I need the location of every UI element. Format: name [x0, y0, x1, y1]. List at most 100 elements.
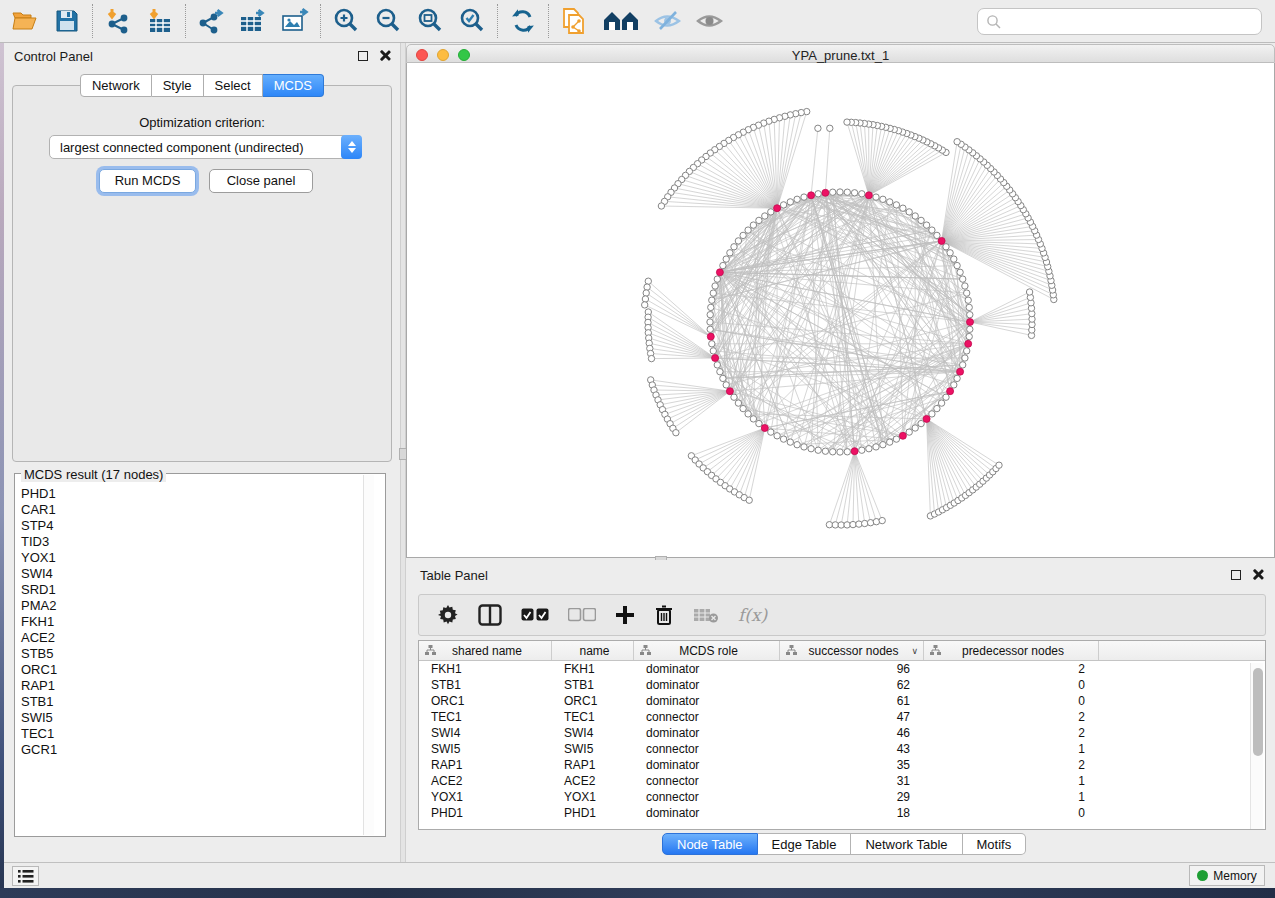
table-panel-title: Table Panel — [420, 568, 488, 583]
mcds-result-item[interactable]: SWI4 — [21, 566, 361, 582]
mcds-tab-content: Optimization criterion: largest connecte… — [12, 85, 392, 462]
tab-select[interactable]: Select — [204, 74, 263, 97]
control-panel-tabs: Network Style Select MCDS — [4, 74, 400, 97]
function-builder-icon[interactable]: f(x) — [738, 605, 767, 625]
tab-motifs[interactable]: Motifs — [963, 833, 1027, 855]
network-title: YPA_prune.txt_1 — [407, 48, 1274, 63]
zoom-out-icon[interactable] — [373, 6, 403, 36]
mcds-result-item[interactable]: TEC1 — [21, 726, 361, 742]
status-bar: Memory — [4, 862, 1275, 888]
memory-button[interactable]: Memory — [1189, 865, 1265, 886]
mcds-result-item[interactable]: ACE2 — [21, 630, 361, 646]
column-header-empty — [1099, 641, 1265, 660]
column-header-shared-name[interactable]: shared name — [419, 641, 552, 660]
table-row[interactable]: STB1STB1dominator620 — [419, 677, 1265, 693]
tab-network-table[interactable]: Network Table — [851, 833, 962, 855]
export-table-icon[interactable] — [238, 6, 268, 36]
dropdown-stepper-icon — [341, 135, 362, 159]
import-network-icon[interactable] — [103, 6, 133, 36]
hide-selected-icon[interactable] — [653, 6, 683, 36]
float-table-panel-icon[interactable] — [1231, 570, 1241, 580]
save-icon[interactable] — [52, 6, 82, 36]
table-row[interactable]: ORC1ORC1dominator610 — [419, 693, 1265, 709]
search-input[interactable] — [977, 8, 1262, 35]
mcds-result-item[interactable]: YOX1 — [21, 550, 361, 566]
import-table-icon[interactable] — [145, 6, 175, 36]
mcds-result-item[interactable]: SWI5 — [21, 710, 361, 726]
zoom-fit-icon[interactable] — [415, 6, 445, 36]
node-table-body: FKH1FKH1dominator962STB1STB1dominator620… — [419, 661, 1265, 821]
table-row[interactable]: ACE2ACE2connector311 — [419, 773, 1265, 789]
mcds-result-title: MCDS result (17 nodes) — [21, 467, 166, 482]
export-network-icon[interactable] — [196, 6, 226, 36]
main-toolbar — [0, 0, 1275, 43]
mcds-result-item[interactable]: PMA2 — [21, 598, 361, 614]
close-panel-icon[interactable] — [379, 50, 390, 61]
tab-style[interactable]: Style — [152, 74, 204, 97]
table-panel: Table Panel — [406, 560, 1275, 862]
table-scrollbar-thumb[interactable] — [1253, 668, 1263, 756]
table-toolbar: f(x) — [418, 594, 1266, 636]
mcds-result-list[interactable]: PHD1CAR1STP4TID3YOX1SWI4SRD1PMA2FKH1ACE2… — [17, 486, 361, 834]
open-file-icon[interactable] — [10, 6, 40, 36]
mcds-result-item[interactable]: TID3 — [21, 534, 361, 550]
delete-table-icon[interactable] — [693, 607, 719, 623]
tab-node-table[interactable]: Node Table — [662, 833, 758, 855]
close-table-panel-icon[interactable] — [1252, 569, 1263, 580]
clone-network-icon[interactable] — [559, 6, 589, 36]
mcds-result-item[interactable]: PHD1 — [21, 486, 361, 502]
table-row[interactable]: SWI4SWI4dominator462 — [419, 725, 1265, 741]
mcds-list-scrollbar[interactable] — [363, 475, 374, 835]
table-row[interactable]: RAP1RAP1dominator352 — [419, 757, 1265, 773]
delete-column-icon[interactable] — [654, 604, 674, 626]
table-tabs: Node Table Edge Table Network Table Moti… — [662, 833, 1026, 855]
search-icon — [986, 14, 1002, 30]
column-header-mcds-role[interactable]: MCDS role — [634, 641, 780, 660]
criterion-value: largest connected component (undirected) — [50, 140, 341, 155]
mcds-result-item[interactable]: STP4 — [21, 518, 361, 534]
zoom-in-icon[interactable] — [331, 6, 361, 36]
desktop-bottom-strip — [0, 888, 1275, 898]
table-row[interactable]: YOX1YOX1connector291 — [419, 789, 1265, 805]
zoom-selected-icon[interactable] — [457, 6, 487, 36]
export-image-icon[interactable] — [280, 6, 310, 36]
mcds-result-item[interactable]: SRD1 — [21, 582, 361, 598]
hide-columns-icon[interactable] — [568, 608, 596, 622]
tab-network[interactable]: Network — [80, 74, 152, 97]
table-row[interactable]: PHD1PHD1dominator180 — [419, 805, 1265, 821]
list-icon — [18, 870, 34, 883]
first-neighbors-icon[interactable] — [601, 6, 641, 36]
column-header-name[interactable]: name — [552, 641, 634, 660]
memory-label: Memory — [1213, 869, 1256, 883]
table-scrollbar[interactable] — [1250, 663, 1263, 829]
table-settings-gear-icon[interactable] — [437, 604, 459, 626]
task-history-button[interactable] — [12, 866, 39, 886]
mcds-result-item[interactable]: STB5 — [21, 646, 361, 662]
network-titlebar[interactable]: YPA_prune.txt_1 — [406, 44, 1275, 63]
mcds-result-item[interactable]: GCR1 — [21, 742, 361, 758]
column-header-predecessor-nodes[interactable]: predecessor nodes — [924, 641, 1099, 660]
mcds-result-item[interactable]: RAP1 — [21, 678, 361, 694]
run-mcds-button[interactable]: Run MCDS — [99, 169, 196, 193]
mcds-result-item[interactable]: STB1 — [21, 694, 361, 710]
column-header-successor-nodes[interactable]: successor nodes∨ — [780, 641, 924, 660]
criterion-dropdown[interactable]: largest connected component (undirected) — [49, 135, 362, 159]
tab-edge-table[interactable]: Edge Table — [758, 833, 852, 855]
refresh-icon[interactable] — [508, 6, 538, 36]
optimization-criterion-label: Optimization criterion: — [13, 115, 391, 130]
table-row[interactable]: SWI5SWI5connector431 — [419, 741, 1265, 757]
network-canvas[interactable] — [406, 63, 1275, 558]
mcds-result-item[interactable]: ORC1 — [21, 662, 361, 678]
table-row[interactable]: FKH1FKH1dominator962 — [419, 661, 1265, 677]
show-all-icon[interactable] — [695, 6, 725, 36]
show-columns-icon[interactable] — [521, 608, 549, 622]
close-panel-button[interactable]: Close panel — [209, 169, 313, 193]
split-table-icon[interactable] — [478, 604, 502, 626]
mcds-result-item[interactable]: FKH1 — [21, 614, 361, 630]
mcds-result-item[interactable]: CAR1 — [21, 502, 361, 518]
sort-chevron-icon: ∨ — [911, 646, 918, 656]
float-panel-icon[interactable] — [358, 51, 368, 61]
create-column-icon[interactable] — [615, 605, 635, 625]
table-row[interactable]: TEC1TEC1connector472 — [419, 709, 1265, 725]
tab-mcds[interactable]: MCDS — [263, 74, 324, 97]
